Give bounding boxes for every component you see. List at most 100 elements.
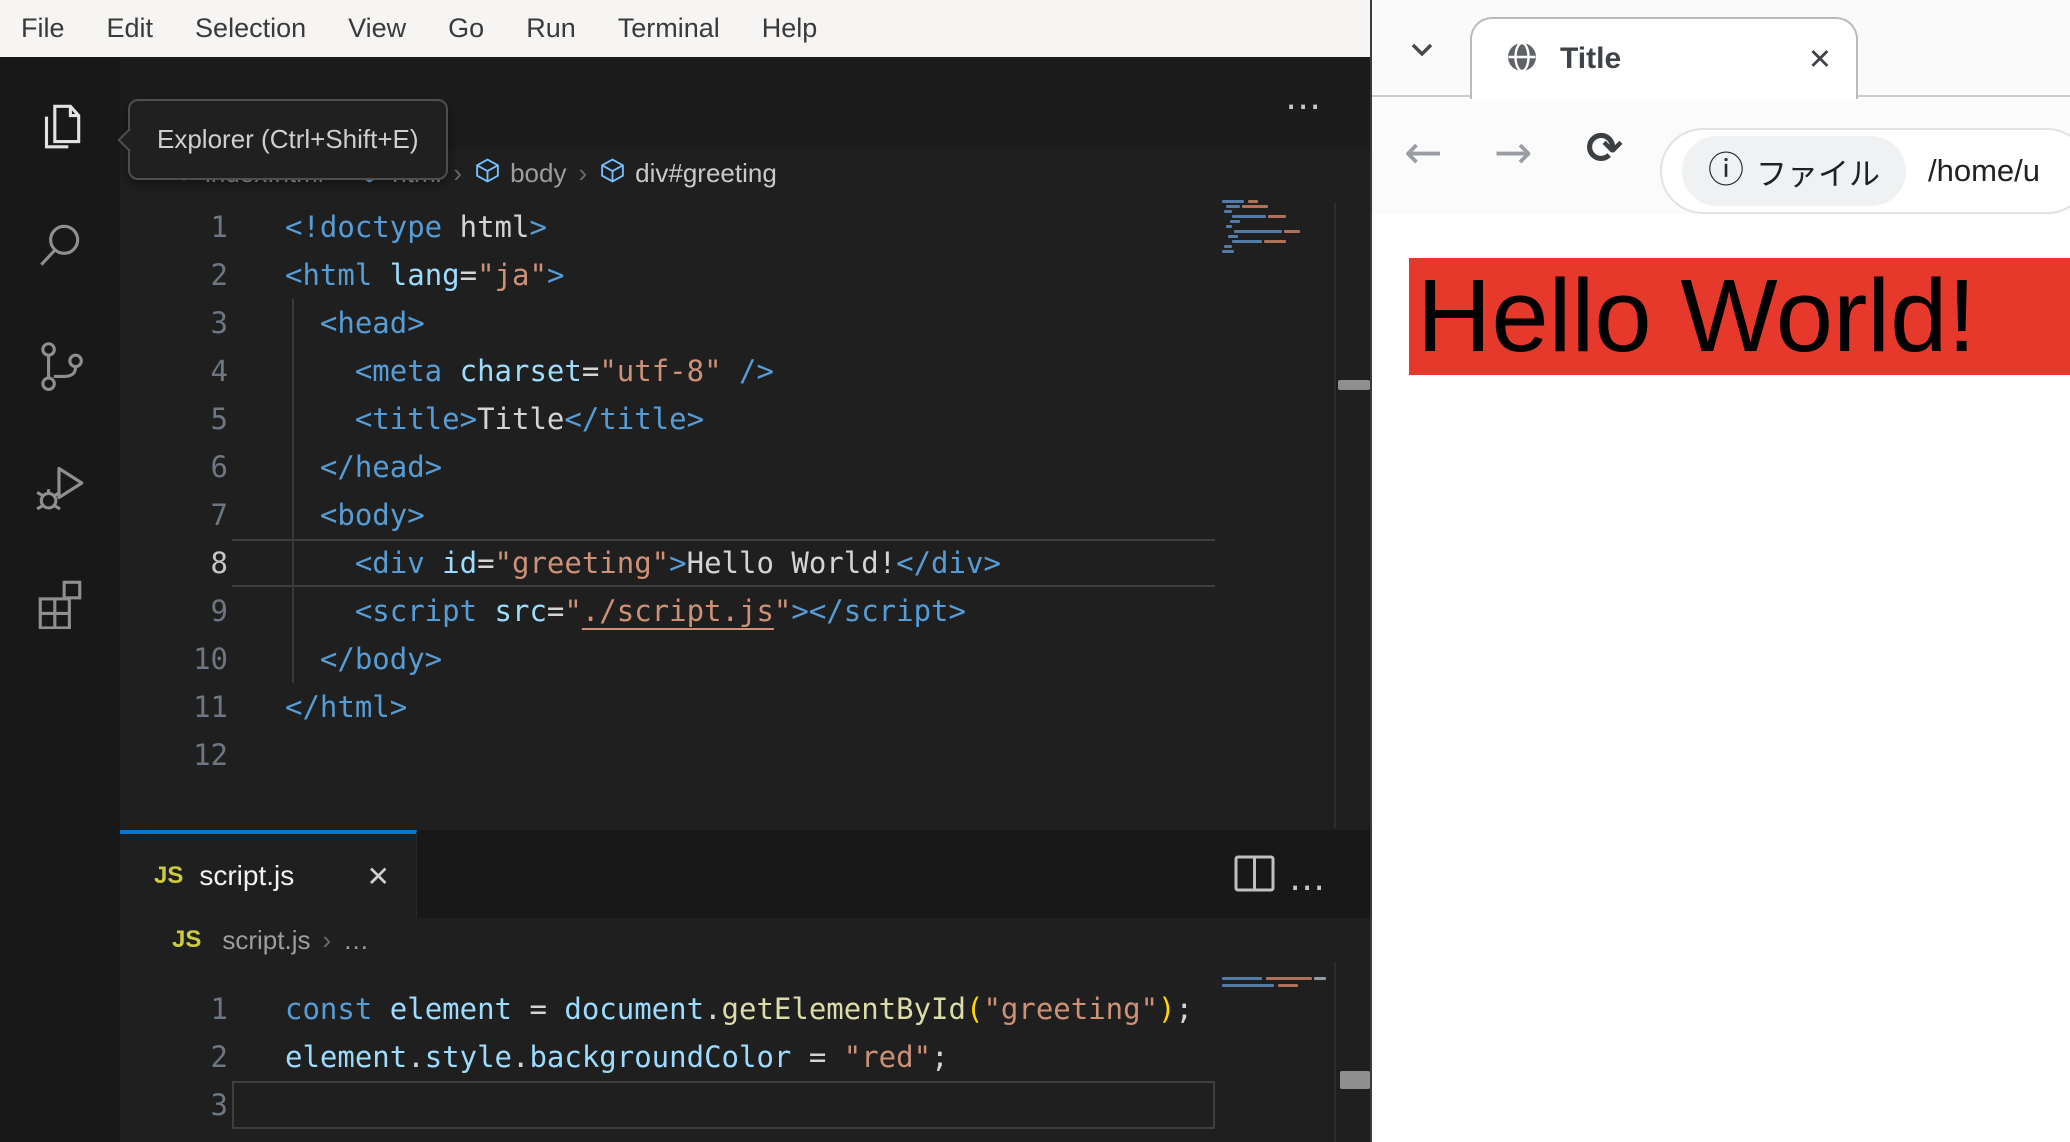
code-line: 1 const element = document.getElementById…	[120, 985, 1215, 1033]
info-icon: ⓘ	[1708, 150, 1745, 191]
code-line: 8 <div id="greeting">Hello World!</div>	[120, 539, 1215, 587]
close-icon[interactable]: ✕	[367, 860, 390, 893]
code-line: 2 <html lang="ja">	[120, 251, 1215, 299]
line-number: 9	[210, 594, 228, 628]
tab-search-chevron-button[interactable]	[1402, 30, 1442, 75]
menu-item-terminal[interactable]: Terminal	[597, 0, 741, 57]
close-icon[interactable]: ✕	[1808, 42, 1832, 77]
line-number: 1	[210, 210, 228, 244]
code-line: 10 </body>	[120, 635, 1215, 683]
line-content: <meta charset="utf-8" />	[354, 354, 774, 388]
line-number: 10	[193, 642, 228, 676]
editor-more-actions-button[interactable]: ⋯	[1289, 870, 1328, 906]
address-bar[interactable]: ⓘ ファイル /home/u	[1660, 128, 2070, 214]
file-link[interactable]: ./script.js	[582, 594, 774, 628]
menu-item-selection[interactable]: Selection	[174, 0, 327, 57]
symbol-cube-icon	[474, 157, 501, 191]
browser-tab-title[interactable]: Title ✕	[1470, 17, 1858, 99]
line-content: </head>	[319, 450, 443, 484]
line-content: <head>	[319, 306, 425, 340]
tab-label: script.js	[199, 860, 295, 891]
sidebar-item-extensions[interactable]	[0, 545, 120, 664]
breadcrumb-segment[interactable]: body	[474, 157, 566, 191]
scrollbar-divider	[1334, 203, 1336, 828]
line-number: 6	[210, 450, 228, 484]
line-content: </body>	[319, 642, 443, 676]
line-number: 2	[210, 258, 228, 292]
code-line: 4 <meta charset="utf-8" />	[120, 347, 1215, 395]
back-button[interactable]: ←	[1404, 129, 1443, 175]
current-line-highlight	[232, 1081, 1215, 1129]
breadcrumb-file[interactable]: JS script.js	[172, 925, 310, 956]
menu-item-run[interactable]: Run	[505, 0, 597, 57]
sidebar-item-explorer[interactable]	[0, 69, 120, 188]
browser-tabstrip: Title ✕	[1372, 0, 2070, 99]
code-line: 5 <title>Title</title>	[120, 395, 1215, 443]
line-number: 2	[210, 1040, 228, 1074]
line-number: 5	[210, 402, 228, 436]
line-number: 3	[210, 1088, 228, 1122]
browser-viewport: Hello World!	[1372, 216, 2070, 1142]
files-icon	[33, 99, 87, 158]
code-line: 1 <!doctype html>	[120, 203, 1215, 251]
url-text: /home/u	[1928, 153, 2041, 188]
line-content: <title>Title</title>	[354, 402, 705, 436]
forward-button[interactable]: →	[1494, 129, 1533, 175]
line-number: 12	[193, 738, 228, 772]
line-number: 3	[210, 306, 228, 340]
code-line: 6 </head>	[120, 443, 1215, 491]
code-line: 12	[120, 731, 1215, 779]
code-editor-index-html[interactable]: 1 <!doctype html> 2 <html lang="ja"> 3 <head…	[120, 203, 1370, 828]
line-content	[228, 731, 285, 779]
line-content: <script src="./script.js"></script>	[354, 594, 966, 628]
tab-title: Title	[1560, 42, 1622, 75]
line-content: </html>	[285, 690, 408, 724]
activity-bar	[0, 57, 120, 1142]
code-line: 3 <head>	[120, 299, 1215, 347]
menu-item-view[interactable]: View	[327, 0, 427, 57]
menu-item-help[interactable]: Help	[741, 0, 839, 57]
file-scheme-chip[interactable]: ⓘ ファイル	[1682, 136, 1907, 206]
line-content: <html lang="ja">	[285, 258, 565, 292]
greeting-heading: Hello World!	[1409, 258, 2070, 375]
scrollbar-handle[interactable]	[1340, 1071, 1370, 1089]
sidebar-item-search[interactable]	[0, 188, 120, 307]
menu-item-file[interactable]: File	[0, 0, 86, 57]
menu-item-edit[interactable]: Edit	[86, 0, 175, 57]
line-content: <!doctype html>	[285, 210, 547, 244]
reload-button[interactable]: ⟳	[1586, 127, 1623, 171]
browser-toolbar: ← → ⟳ ⓘ ファイル /home/u	[1372, 97, 2070, 313]
breadcrumb-segment[interactable]: div#greeting	[599, 157, 777, 191]
line-content: const element = document.getElementById(…	[285, 992, 1193, 1026]
line-content	[228, 1081, 285, 1129]
menu-bar: File Edit Selection View Go Run Terminal Help	[0, 0, 1370, 57]
line-content: <div id="greeting">Hello World!</div>	[354, 546, 1001, 580]
scrollbar-handle[interactable]	[1338, 380, 1370, 390]
menu-item-go[interactable]: Go	[427, 0, 505, 57]
code-editor-script-js[interactable]: 1 const element = document.getElementById…	[120, 985, 1370, 1142]
line-number: 7	[210, 498, 228, 532]
sidebar-item-run-debug[interactable]	[0, 426, 120, 545]
breadcrumb-separator: ›	[322, 924, 332, 955]
minimap[interactable]	[1222, 977, 1340, 1009]
scrollbar-divider	[1334, 962, 1336, 1142]
line-number: 4	[210, 354, 228, 388]
editor-more-actions-button[interactable]: ⋯	[1285, 89, 1324, 125]
tab-script-js[interactable]: JS script.js ✕	[120, 830, 417, 918]
breadcrumb: JS script.js › …	[120, 918, 1370, 962]
code-line: 9 <script src="./script.js"></script>	[120, 587, 1215, 635]
explorer-tooltip: Explorer (Ctrl+Shift+E)	[128, 99, 448, 180]
minimap[interactable]	[1222, 200, 1326, 258]
code-line: 7 <body>	[120, 491, 1215, 539]
run-debug-icon	[33, 456, 87, 515]
screen: File Edit Selection View Go Run Terminal Help	[0, 0, 2070, 1142]
breadcrumb-separator: ›	[578, 158, 588, 188]
extensions-icon	[33, 575, 87, 634]
split-editor-button[interactable]	[1232, 852, 1278, 901]
indent-guide	[292, 299, 294, 683]
js-file-icon: JS	[154, 862, 184, 889]
breadcrumb-segment[interactable]: …	[343, 925, 369, 956]
search-icon	[33, 218, 87, 277]
line-content: element.style.backgroundColor = "red";	[285, 1040, 949, 1074]
sidebar-item-source-control[interactable]	[0, 307, 120, 426]
